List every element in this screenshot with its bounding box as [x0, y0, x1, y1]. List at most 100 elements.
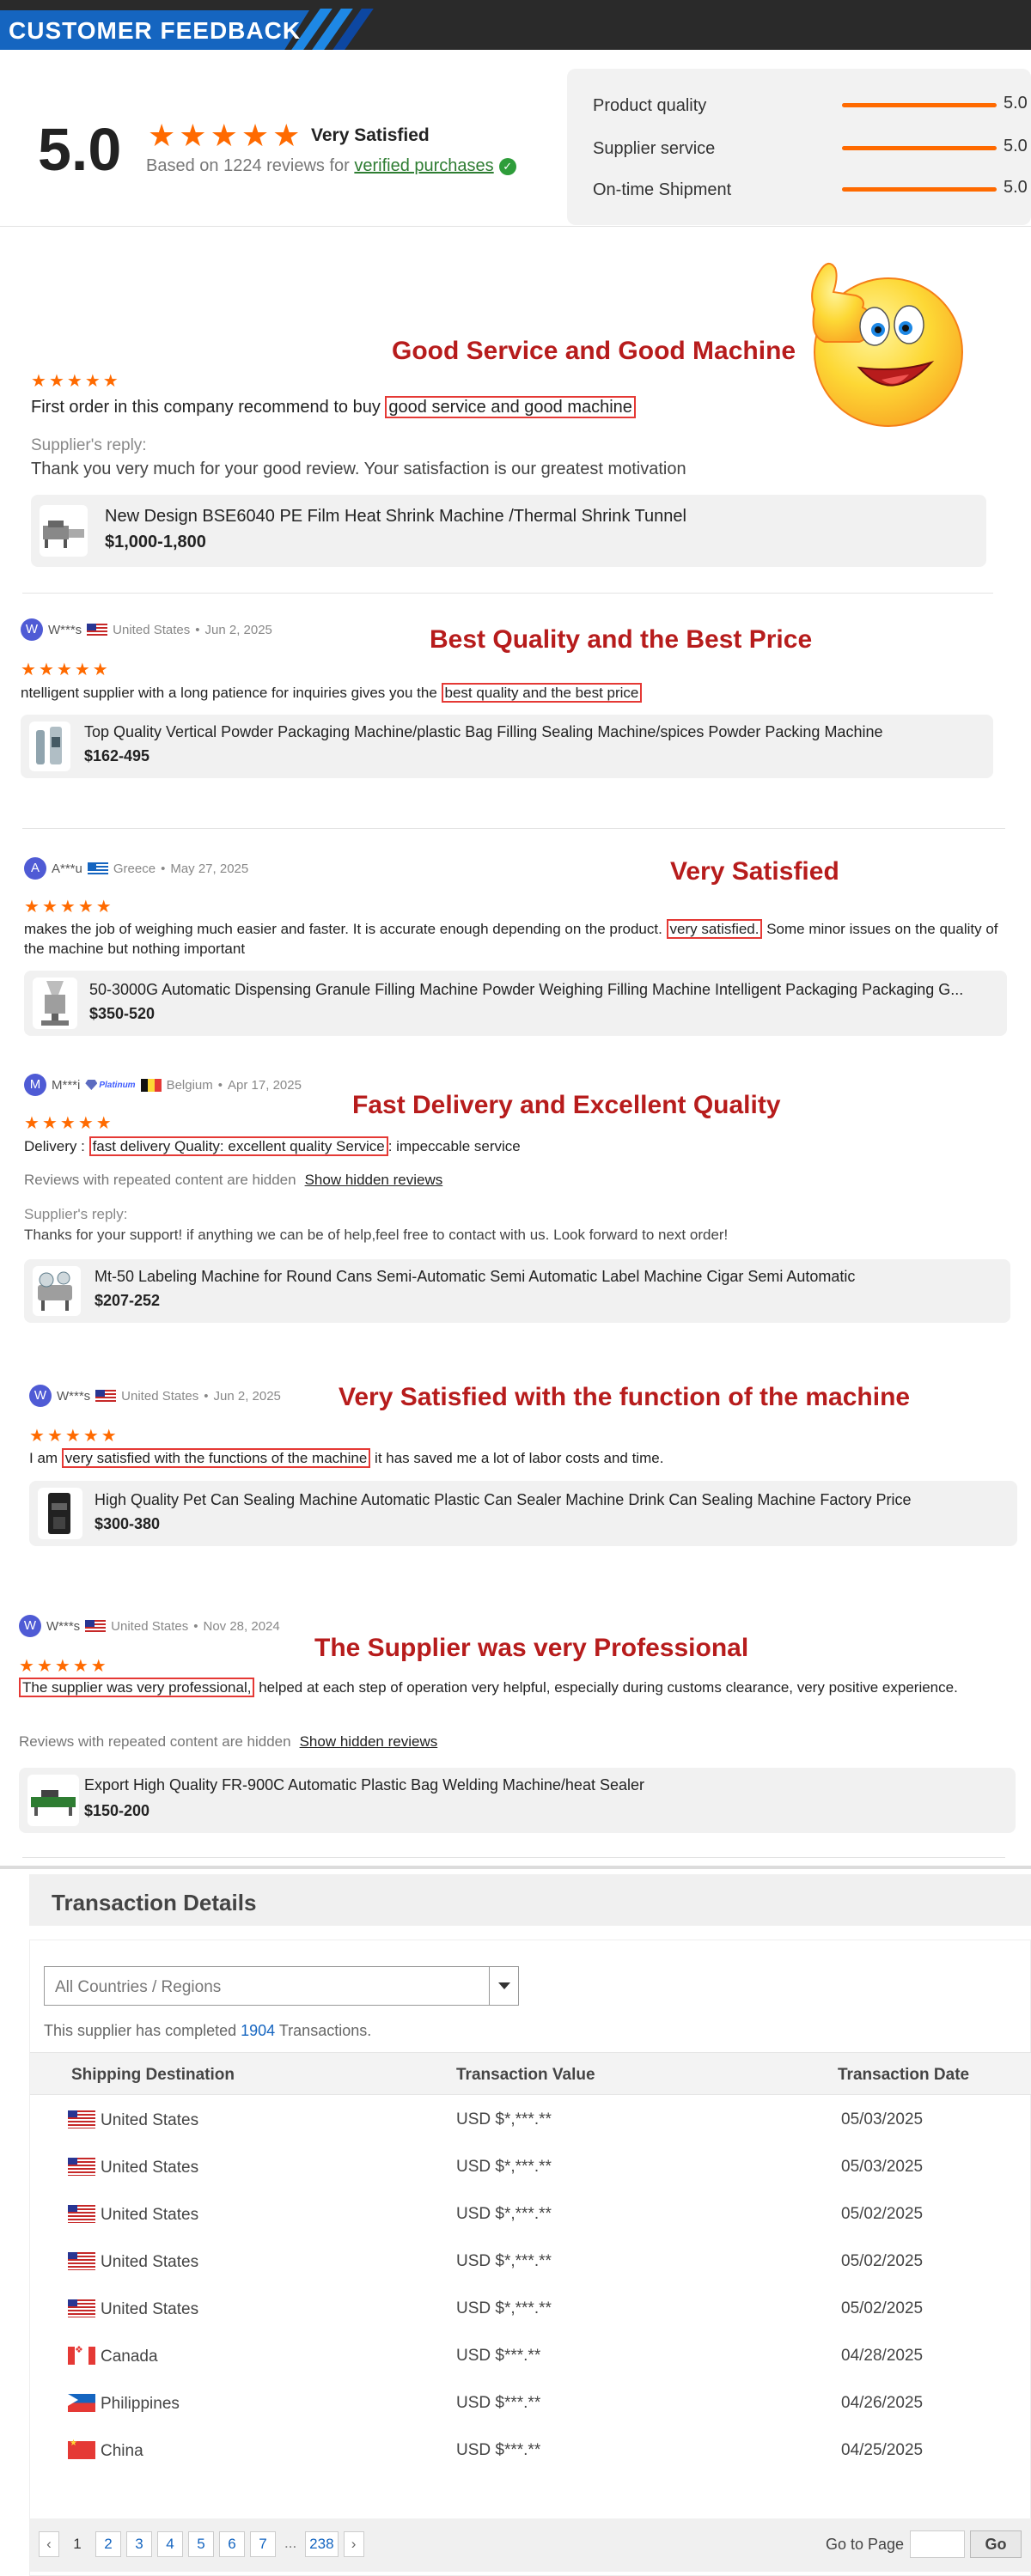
star-icon: ★ [77, 898, 94, 917]
metric-label: Supplier service [593, 139, 716, 158]
metric-fill [842, 187, 997, 192]
review-text-after: it has saved me a lot of labor costs and… [370, 1450, 664, 1466]
page-button[interactable]: 4 [157, 2531, 183, 2557]
overall-score: 5.0 [38, 116, 122, 183]
product-name[interactable]: New Design BSE6040 PE Film Heat Shrink M… [105, 507, 964, 527]
review-header: W W***s United States • Jun 2, 2025 [29, 1385, 281, 1407]
value-cell: USD $***.** [456, 2394, 541, 2412]
review-highlight-title: The Supplier was very Professional [314, 1634, 749, 1662]
page-ellipsis: ... [284, 2535, 297, 2551]
separator-dot: • [161, 861, 166, 876]
go-to-page-input[interactable] [910, 2530, 965, 2558]
go-button[interactable]: Go [970, 2530, 1022, 2558]
destination-name: United States [101, 2253, 199, 2271]
supplier-reply-label: Supplier's reply: [31, 436, 147, 454]
page-button[interactable]: 1 [64, 2531, 90, 2557]
value-cell: USD $*,***.** [456, 2299, 552, 2317]
review-date: Apr 17, 2025 [228, 1077, 302, 1093]
hidden-reviews-note: Reviews with repeated content are hidden… [24, 1172, 442, 1189]
us-flag-icon [68, 2158, 95, 2176]
show-hidden-reviews-link[interactable]: Show hidden reviews [305, 1172, 443, 1188]
star-icon: ★ [179, 118, 207, 153]
destination-cell: United States [68, 2205, 198, 2225]
review-text: I am very satisfied with the functions o… [29, 1448, 1009, 1468]
product-name[interactable]: Mt-50 Labeling Machine for Round Cans Se… [95, 1268, 988, 1286]
star-icon: ★ [29, 1427, 45, 1446]
transaction-details-body: All Countries / Regions This supplier ha… [29, 1940, 1031, 2576]
value-cell: USD $***.** [456, 2347, 541, 2365]
page-button[interactable]: 3 [126, 2531, 152, 2557]
diamond-icon [85, 1080, 98, 1090]
page-button[interactable]: 5 [188, 2531, 214, 2557]
completed-prefix: This supplier has completed [44, 2022, 241, 2039]
metric-value: 5.0 [1004, 137, 1028, 155]
product-name[interactable]: Export High Quality FR-900C Automatic Pl… [84, 1776, 995, 1794]
star-icon: ★ [77, 1114, 94, 1133]
product-name[interactable]: 50-3000G Automatic Dispensing Granule Fi… [89, 981, 991, 999]
review-divider [22, 593, 993, 594]
hidden-note-text: Reviews with repeated content are hidden [24, 1172, 296, 1188]
transactions-completed-text: This supplier has completed 1904 Transac… [44, 2022, 371, 2040]
customer-feedback-banner: CUSTOMER FEEDBACK [0, 0, 1031, 50]
review-count-text: Based on 1224 reviews for verified purch… [146, 156, 516, 176]
product-thumbnail [33, 977, 77, 1029]
review-stars: ★ ★ ★ ★ ★ [29, 1428, 117, 1445]
metric-fill [842, 146, 997, 150]
next-page-icon[interactable]: › [343, 2531, 364, 2557]
separator-dot: • [193, 1618, 198, 1634]
review-text: Delivery : fast delivery Quality: excell… [24, 1136, 1004, 1156]
product-thumbnail [27, 1775, 79, 1826]
review-divider [22, 828, 1005, 829]
star-icon: ★ [210, 118, 238, 153]
star-icon: ★ [36, 1657, 52, 1676]
reviewer-country: United States [111, 1618, 189, 1634]
product-card[interactable]: 50-3000G Automatic Dispensing Granule Fi… [24, 971, 1007, 1036]
show-hidden-reviews-link[interactable]: Show hidden reviews [300, 1733, 438, 1750]
column-header-destination: Shipping Destination [71, 2066, 235, 2084]
date-cell: 04/28/2025 [841, 2347, 924, 2365]
country-region-select[interactable]: All Countries / Regions [44, 1966, 519, 2006]
review-date: Jun 2, 2025 [213, 1388, 281, 1404]
metric-value: 5.0 [1004, 178, 1028, 197]
table-row: United States USD $*,***.** 05/03/2025 [30, 2144, 1031, 2191]
star-icon: ★ [84, 372, 101, 391]
destination-name: United States [101, 2111, 199, 2129]
table-row: China USD $***.** 04/25/2025 [30, 2427, 1031, 2475]
metric-product-quality: Product quality 5.0 [593, 91, 1028, 117]
product-card[interactable]: New Design BSE6040 PE Film Heat Shrink M… [31, 495, 986, 567]
page-button[interactable]: 6 [219, 2531, 245, 2557]
product-card[interactable]: Top Quality Vertical Powder Packaging Ma… [21, 715, 993, 778]
table-row: United States USD $*,***.** 05/03/2025 [30, 2097, 1031, 2144]
product-name[interactable]: High Quality Pet Can Sealing Machine Aut… [95, 1491, 997, 1509]
can-sealer-image [48, 1493, 70, 1534]
page-button[interactable]: 7 [250, 2531, 276, 2557]
product-price: $350-520 [89, 1005, 156, 1022]
review-date: Jun 2, 2025 [204, 622, 272, 637]
product-card[interactable]: Mt-50 Labeling Machine for Round Cans Se… [24, 1259, 1010, 1323]
verified-purchases-link[interactable]: verified purchases [354, 156, 493, 175]
transaction-details-header: Transaction Details [29, 1874, 1031, 1926]
previous-page-icon[interactable]: ‹ [39, 2531, 59, 2557]
metric-label: Product quality [593, 96, 707, 115]
reviewer-country: United States [121, 1388, 199, 1404]
overall-stars: ★ ★ ★ ★ ★ [148, 120, 300, 151]
greece-flag-icon [87, 862, 108, 875]
chevron-down-icon[interactable] [489, 1967, 518, 2005]
review-text-before: ntelligent supplier with a long patience… [21, 685, 442, 701]
reviewer-avatar: W [19, 1615, 41, 1637]
completed-suffix: Transactions. [275, 2022, 372, 2039]
review-text-highlight: best quality and the best price [441, 683, 643, 703]
product-name[interactable]: Top Quality Vertical Powder Packaging Ma… [84, 723, 978, 741]
page-button[interactable]: 2 [95, 2531, 121, 2557]
reviewer-name: M***i [52, 1077, 81, 1093]
platinum-badge: Platinum [85, 1080, 136, 1090]
metric-bar [842, 187, 997, 192]
column-header-date: Transaction Date [838, 2066, 970, 2084]
review-highlight-title: Best Quality and the Best Price [430, 625, 813, 654]
destination-cell: United States [68, 2158, 198, 2177]
page-button[interactable]: 238 [305, 2531, 339, 2557]
product-card[interactable]: High Quality Pet Can Sealing Machine Aut… [29, 1481, 1017, 1546]
star-icon: ★ [38, 661, 54, 679]
review-highlight-title: Very Satisfied [670, 857, 839, 886]
product-card[interactable]: Export High Quality FR-900C Automatic Pl… [19, 1768, 1016, 1833]
